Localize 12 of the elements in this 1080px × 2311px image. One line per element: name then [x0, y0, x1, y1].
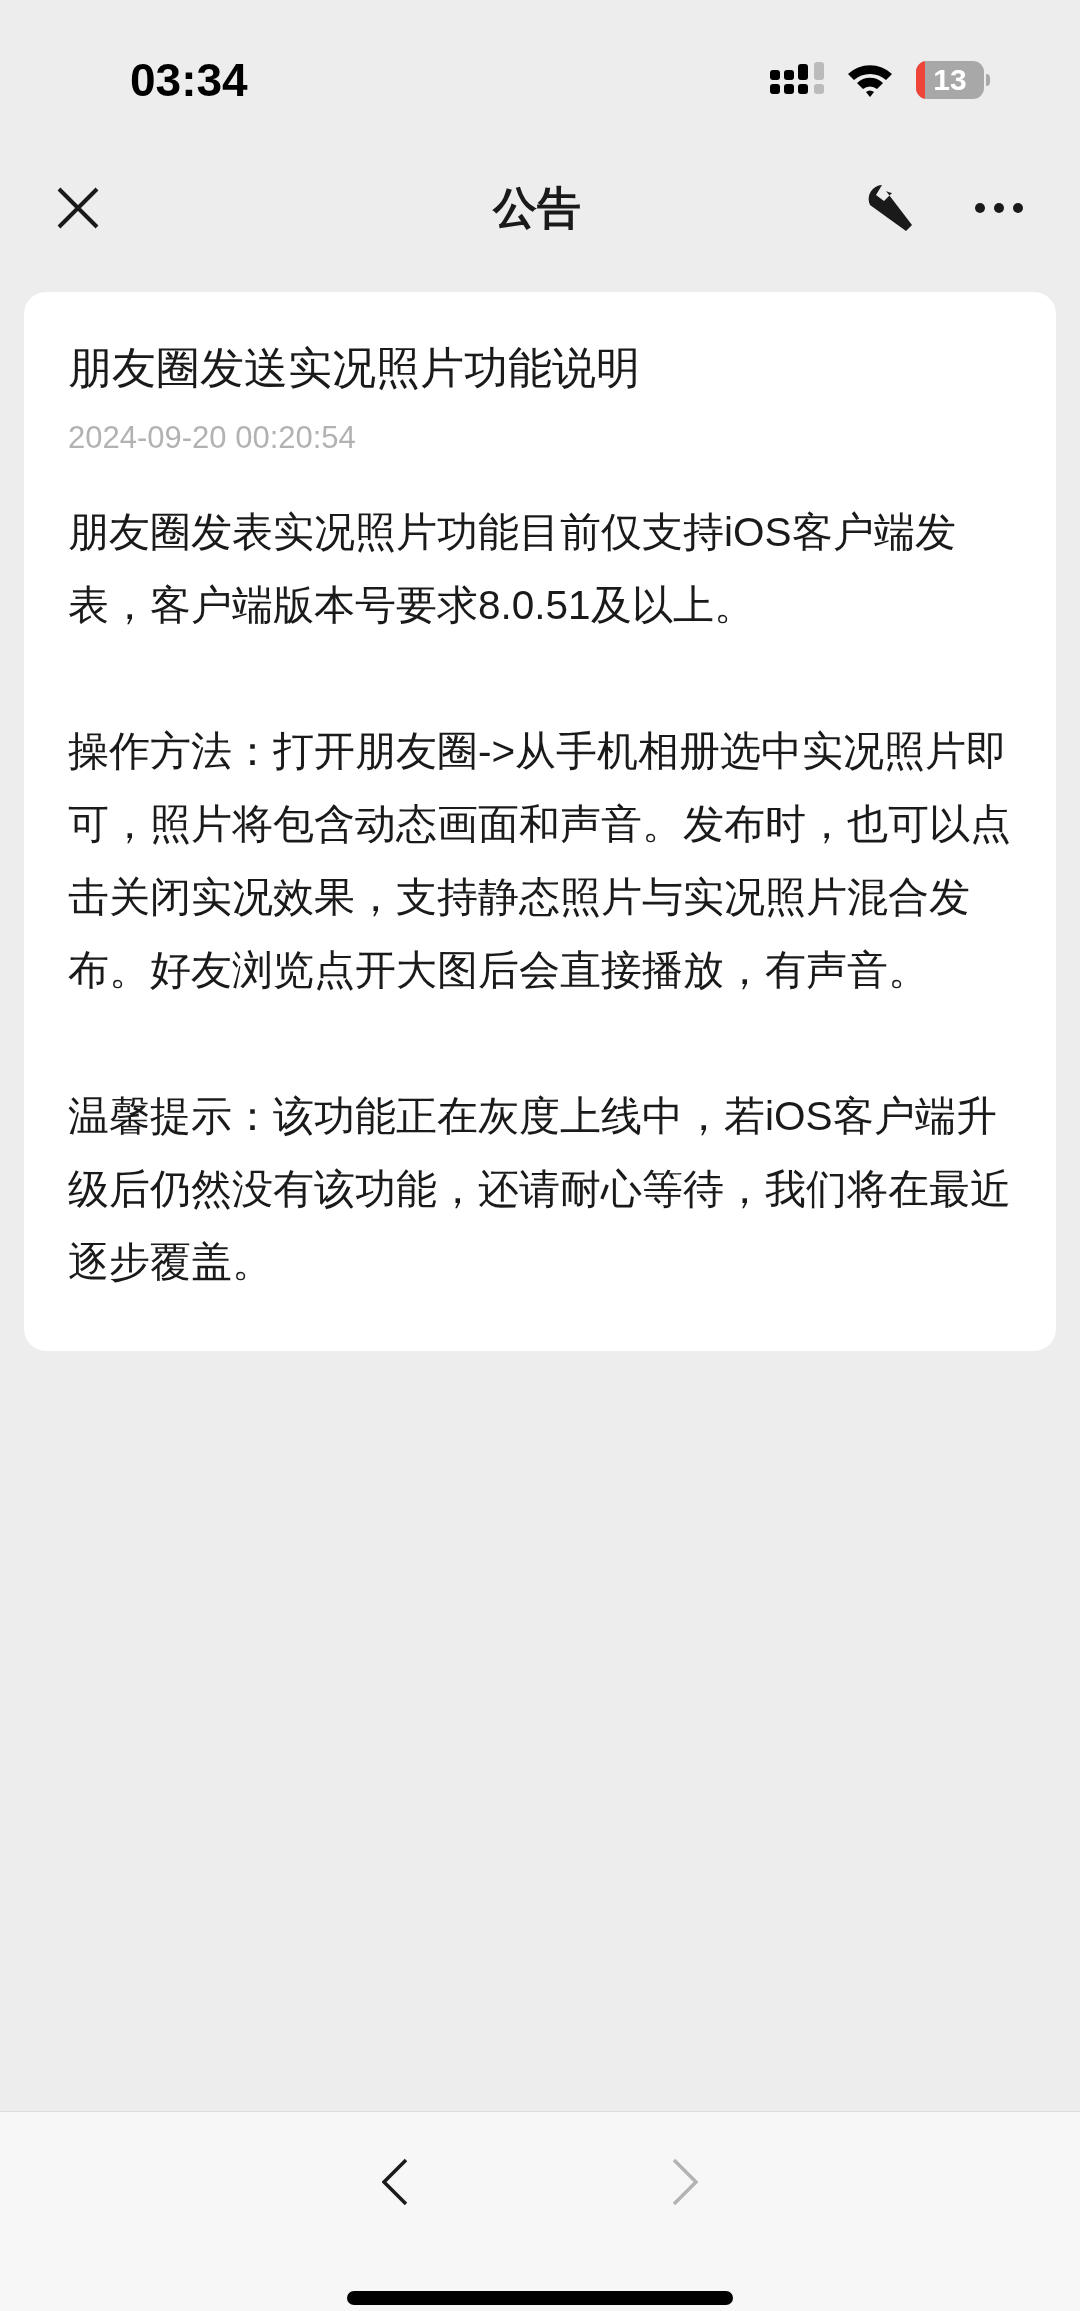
page-title: 公告: [493, 182, 581, 234]
wifi-icon: [846, 62, 894, 98]
notice-date: 2024-09-20 00:20:54: [68, 419, 357, 457]
battery-level: 13: [933, 65, 967, 95]
close-icon[interactable]: [56, 186, 100, 230]
notice-paragraph: 朋友圈发表实况照片功能目前仅支持iOS客户端发表，客户端版本号要求8.0.51及以上。: [68, 508, 957, 630]
more-icon[interactable]: [974, 202, 1024, 214]
notice-title: 朋友圈发送实况照片功能说明: [68, 342, 641, 394]
battery-fill: [916, 61, 925, 99]
notice-paragraph: 操作方法：打开朋友圈->从手机相册选中实况照片即可，照片将包含动态画面和声音。发布时，也可以点击关闭实况效果，支持静态照片与实况照片混合发布。好友浏览点开大图后会直接播放，有声音。: [68, 727, 1012, 995]
status-time: 03:34: [130, 52, 248, 108]
notice-paragraph: 温馨提示：该功能正在灰度上线中，若iOS客户端升级后仍然没有该功能，还请耐心等待，我们将在最近逐步覆盖。: [68, 1092, 1012, 1287]
